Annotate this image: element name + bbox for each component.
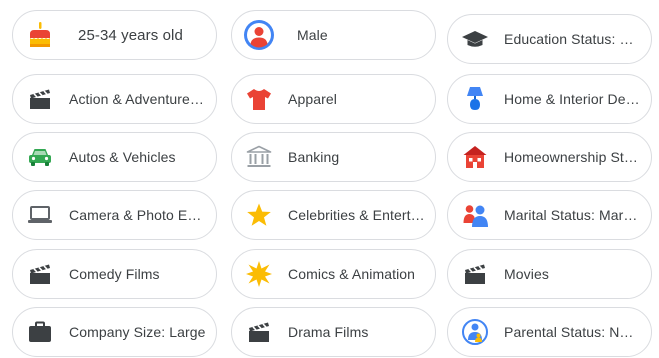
chip-label: Comedy Films	[69, 266, 160, 282]
chip-label: Movies	[504, 266, 549, 282]
chip-company-size[interactable]: Company Size: Large	[12, 307, 217, 357]
chip-autos-vehicles[interactable]: Autos & Vehicles	[12, 132, 217, 182]
chip-age-range[interactable]: 25-34 years old	[12, 10, 217, 60]
chip-label: Company Size: Large	[69, 324, 206, 340]
interest-chip-grid: 25-34 years old Action & Adventure Films	[0, 0, 659, 358]
clapperboard-icon	[461, 260, 489, 288]
chip-label: Celebrities & Entertainment News	[288, 207, 425, 223]
chip-camera-photo-equipment[interactable]: Camera & Photo Equipment	[12, 190, 217, 240]
chip-label: 25-34 years old	[78, 26, 183, 44]
chip-label: Action & Adventure Films	[69, 91, 206, 107]
house-icon	[461, 143, 489, 171]
person-avatar-icon	[243, 19, 275, 51]
bank-icon	[245, 143, 273, 171]
shirt-icon	[245, 85, 273, 113]
clapperboard-icon	[245, 318, 273, 346]
briefcase-icon	[26, 318, 54, 346]
chip-homeownership-status[interactable]: Homeownership Status	[447, 132, 652, 182]
chip-comedy-films[interactable]: Comedy Films	[12, 249, 217, 299]
couple-icon	[461, 201, 489, 229]
laptop-icon	[26, 201, 54, 229]
chip-label: Banking	[288, 149, 340, 165]
chip-label: Home & Interior Decor	[504, 91, 641, 107]
chip-apparel[interactable]: Apparel	[231, 74, 436, 124]
clapperboard-icon	[26, 260, 54, 288]
chip-drama-films[interactable]: Drama Films	[231, 307, 436, 357]
chip-label: Homeownership Status	[504, 149, 641, 165]
chip-marital-status[interactable]: Marital Status: Married	[447, 190, 652, 240]
chip-education-status[interactable]: Education Status: Bachelor's Degree	[447, 14, 652, 64]
parent-child-icon	[461, 318, 489, 346]
star-icon	[245, 201, 273, 229]
chip-label: Education Status: Bachelor's Degree	[504, 31, 641, 47]
chip-label: Male	[297, 27, 328, 43]
burst-icon	[245, 260, 273, 288]
clapperboard-icon	[26, 85, 54, 113]
lamp-icon	[461, 85, 489, 113]
chip-action-adventure-films[interactable]: Action & Adventure Films	[12, 74, 217, 124]
graduation-cap-icon	[461, 25, 489, 53]
chip-banking[interactable]: Banking	[231, 132, 436, 182]
chip-label: Camera & Photo Equipment	[69, 207, 206, 223]
chip-parental-status[interactable]: Parental Status: Not a Parent	[447, 307, 652, 357]
chip-home-interior-decor[interactable]: Home & Interior Decor	[447, 74, 652, 124]
chip-label: Drama Films	[288, 324, 369, 340]
car-icon	[26, 143, 54, 171]
chip-movies[interactable]: Movies	[447, 249, 652, 299]
chip-gender[interactable]: Male	[231, 10, 436, 60]
chip-label: Marital Status: Married	[504, 207, 641, 223]
chip-comics-animation[interactable]: Comics & Animation	[231, 249, 436, 299]
chip-celebrities-entertainment[interactable]: Celebrities & Entertainment News	[231, 190, 436, 240]
birthday-cake-icon	[26, 21, 54, 49]
chip-label: Apparel	[288, 91, 337, 107]
chip-label: Autos & Vehicles	[69, 149, 176, 165]
chip-label: Comics & Animation	[288, 266, 416, 282]
chip-label: Parental Status: Not a Parent	[504, 324, 641, 340]
